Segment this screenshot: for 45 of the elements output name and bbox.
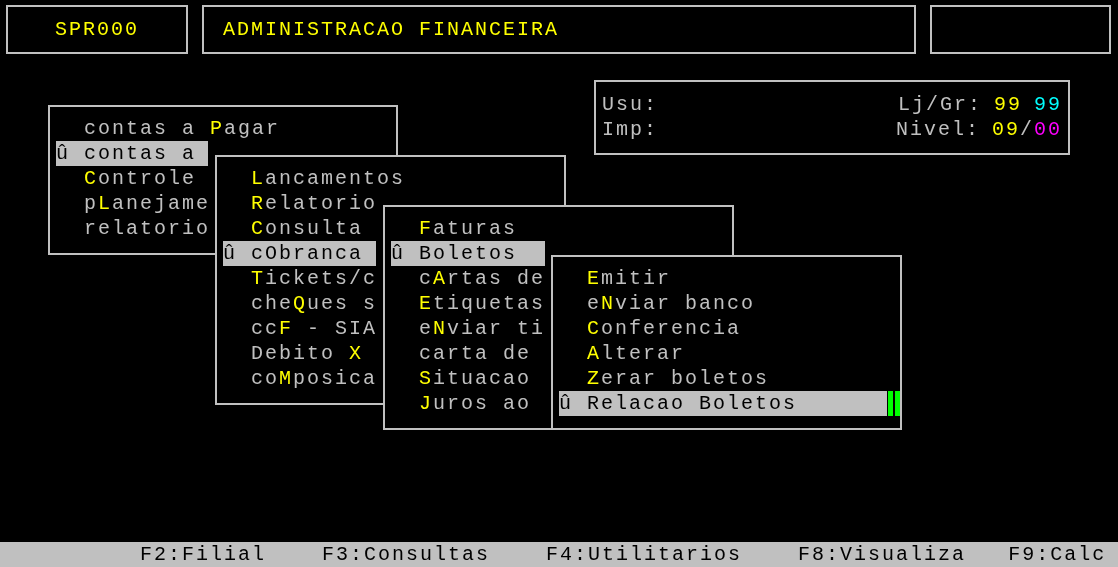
menu-item[interactable]: Tickets/c bbox=[223, 266, 378, 291]
menu-item[interactable]: Zerar boletos bbox=[559, 366, 770, 391]
menu-item[interactable]: û Boletos bbox=[391, 241, 545, 266]
menu-item[interactable]: eNviar banco bbox=[559, 291, 756, 316]
menu-item[interactable]: Situacao bbox=[391, 366, 532, 391]
menu-item[interactable]: cheQues s bbox=[223, 291, 378, 316]
function-key[interactable]: F4:Utilitarios bbox=[546, 542, 743, 567]
level-label: Nivel: bbox=[895, 117, 980, 142]
store-value: 99 bbox=[993, 92, 1022, 117]
menu-item[interactable]: Etiquetas bbox=[391, 291, 546, 316]
menu-item[interactable]: Alterar bbox=[559, 341, 686, 366]
menu-item[interactable]: Faturas bbox=[391, 216, 518, 241]
menu-item[interactable]: Controle bbox=[56, 166, 197, 191]
program-code: SPR000 bbox=[55, 17, 139, 42]
menu-item[interactable]: eNviar ti bbox=[391, 316, 546, 341]
menu-item[interactable]: relatorio bbox=[56, 216, 211, 241]
menu-item[interactable]: Lancamentos bbox=[223, 166, 406, 191]
menu-item[interactable]: carta de bbox=[391, 341, 531, 366]
level-max-value: 00 bbox=[1034, 117, 1062, 142]
menu-item[interactable]: pLanejame bbox=[56, 191, 211, 216]
text-cursor bbox=[888, 391, 900, 416]
level-separator: / bbox=[1019, 117, 1034, 142]
function-key[interactable]: F3:Consultas bbox=[322, 542, 491, 567]
printer-label: Imp: bbox=[602, 117, 658, 142]
menu-item[interactable]: contas a Pagar bbox=[56, 116, 281, 141]
function-key[interactable]: F8:Visualiza bbox=[798, 542, 967, 567]
user-label: Usu: bbox=[602, 92, 658, 117]
menu-item[interactable]: cArtas de bbox=[391, 266, 546, 291]
menu-item[interactable]: Consulta bbox=[223, 216, 364, 241]
store-group-label: Lj/Gr: bbox=[897, 92, 982, 117]
menu-item[interactable]: û cObranca bbox=[223, 241, 376, 266]
menu-item[interactable]: coMposica bbox=[223, 366, 378, 391]
menu-item[interactable]: Juros ao bbox=[391, 391, 532, 416]
menu-item[interactable]: Conferencia bbox=[559, 316, 742, 341]
function-key[interactable]: F2:Filial bbox=[140, 542, 267, 567]
window-title: ADMINISTRACAO FINANCEIRA bbox=[223, 17, 560, 42]
group-value: 99 bbox=[1034, 92, 1062, 117]
menu-item[interactable]: Debito X bbox=[223, 341, 364, 366]
level-value: 09 bbox=[991, 117, 1020, 142]
menu-item[interactable]: û Relacao Boletos bbox=[559, 391, 887, 416]
menu-item[interactable]: Relatorio bbox=[223, 191, 378, 216]
menu-item[interactable]: Emitir bbox=[559, 266, 672, 291]
menu-item[interactable]: û contas a bbox=[56, 141, 208, 166]
function-key[interactable]: F9:Calc bbox=[1008, 542, 1107, 567]
menu-item[interactable]: ccF - SIA bbox=[223, 316, 378, 341]
